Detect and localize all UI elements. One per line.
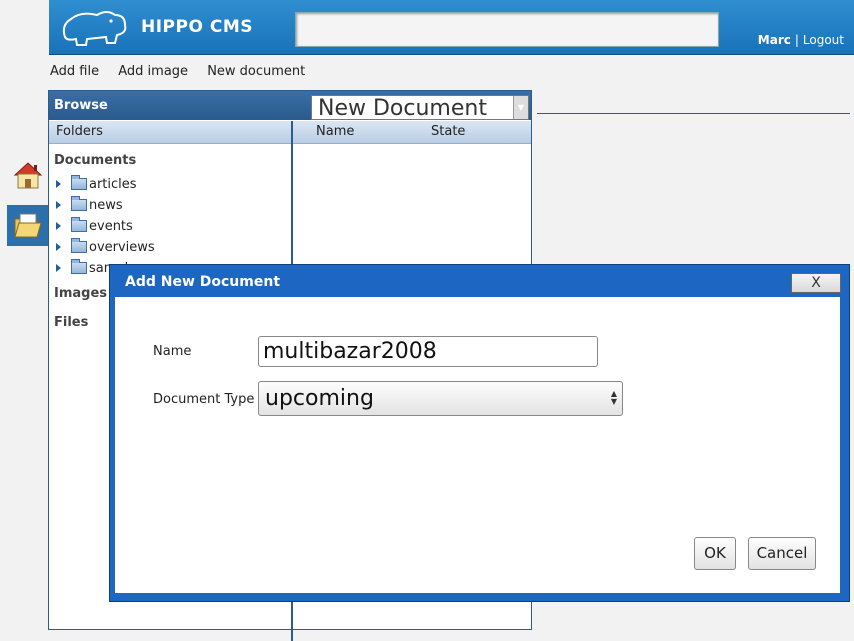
dialog-title: Add New Document xyxy=(125,274,281,290)
browse-title: Browse xyxy=(54,98,108,113)
folder-icon xyxy=(71,238,87,253)
name-label: Name xyxy=(153,344,192,359)
tree-item-label: articles xyxy=(89,177,137,192)
browse-header: Browse New Document ▼ xyxy=(49,91,531,121)
folders-label: Folders xyxy=(56,124,103,139)
folder-icon xyxy=(71,175,87,190)
folders-header: Folders xyxy=(49,121,291,144)
separator: | xyxy=(794,33,799,47)
documents-list-header: Name State xyxy=(292,121,531,144)
cancel-button[interactable]: Cancel xyxy=(748,537,816,570)
expand-icon[interactable] xyxy=(56,264,61,272)
expand-icon[interactable] xyxy=(56,201,61,209)
document-type-value: upcoming xyxy=(265,386,374,411)
name-input[interactable]: multibazar2008 xyxy=(258,336,598,367)
chevron-down-icon[interactable]: ▼ xyxy=(513,96,528,119)
app-title: HIPPO CMS xyxy=(141,17,253,37)
expand-icon[interactable] xyxy=(56,180,61,188)
top-header: HIPPO CMS Marc | Logout xyxy=(49,0,854,55)
tree-item-label: overviews xyxy=(89,240,155,255)
hippo-icon xyxy=(62,11,127,46)
column-name[interactable]: Name xyxy=(316,124,354,139)
tree-item-events[interactable]: events xyxy=(54,217,286,238)
ok-button[interactable]: OK xyxy=(694,537,736,570)
document-type-label: Document Type xyxy=(153,392,255,407)
expand-icon[interactable] xyxy=(56,222,61,230)
home-icon[interactable] xyxy=(7,153,48,194)
expand-icon[interactable] xyxy=(56,243,61,251)
folder-icon xyxy=(71,196,87,211)
divider xyxy=(537,113,850,114)
add-new-document-dialog: Add New Document X Name multibazar2008 D… xyxy=(109,264,850,602)
logout-link[interactable]: Logout xyxy=(803,33,844,47)
add-image-link[interactable]: Add image xyxy=(118,64,188,79)
document-type-select[interactable]: upcoming ▲ ▼ xyxy=(258,381,623,416)
column-state[interactable]: State xyxy=(431,124,465,139)
tree-item-articles[interactable]: articles xyxy=(54,175,286,196)
folder-documents-icon[interactable] xyxy=(7,205,48,246)
tree-item-overviews[interactable]: overviews xyxy=(54,238,286,259)
close-icon[interactable]: X xyxy=(791,273,841,293)
folder-icon xyxy=(71,259,87,274)
tree-section-documents[interactable]: Documents xyxy=(54,153,286,175)
new-document-select-value: New Document xyxy=(318,96,487,121)
add-file-link[interactable]: Add file xyxy=(50,64,99,79)
folder-icon xyxy=(71,217,87,232)
search-input[interactable] xyxy=(295,12,719,47)
user-area: Marc | Logout xyxy=(758,33,844,47)
username[interactable]: Marc xyxy=(758,33,791,47)
tree-item-label: news xyxy=(89,198,123,213)
new-document-link[interactable]: New document xyxy=(207,64,305,79)
dialog-body: Name multibazar2008 Document Type upcomi… xyxy=(115,297,840,593)
action-menu: Add file Add image New document xyxy=(50,64,320,80)
new-document-select[interactable]: New Document ▼ xyxy=(311,95,529,121)
tree-item-news[interactable]: news xyxy=(54,196,286,217)
select-arrows-icon: ▲ ▼ xyxy=(610,389,618,406)
tree-item-label: events xyxy=(89,219,133,234)
